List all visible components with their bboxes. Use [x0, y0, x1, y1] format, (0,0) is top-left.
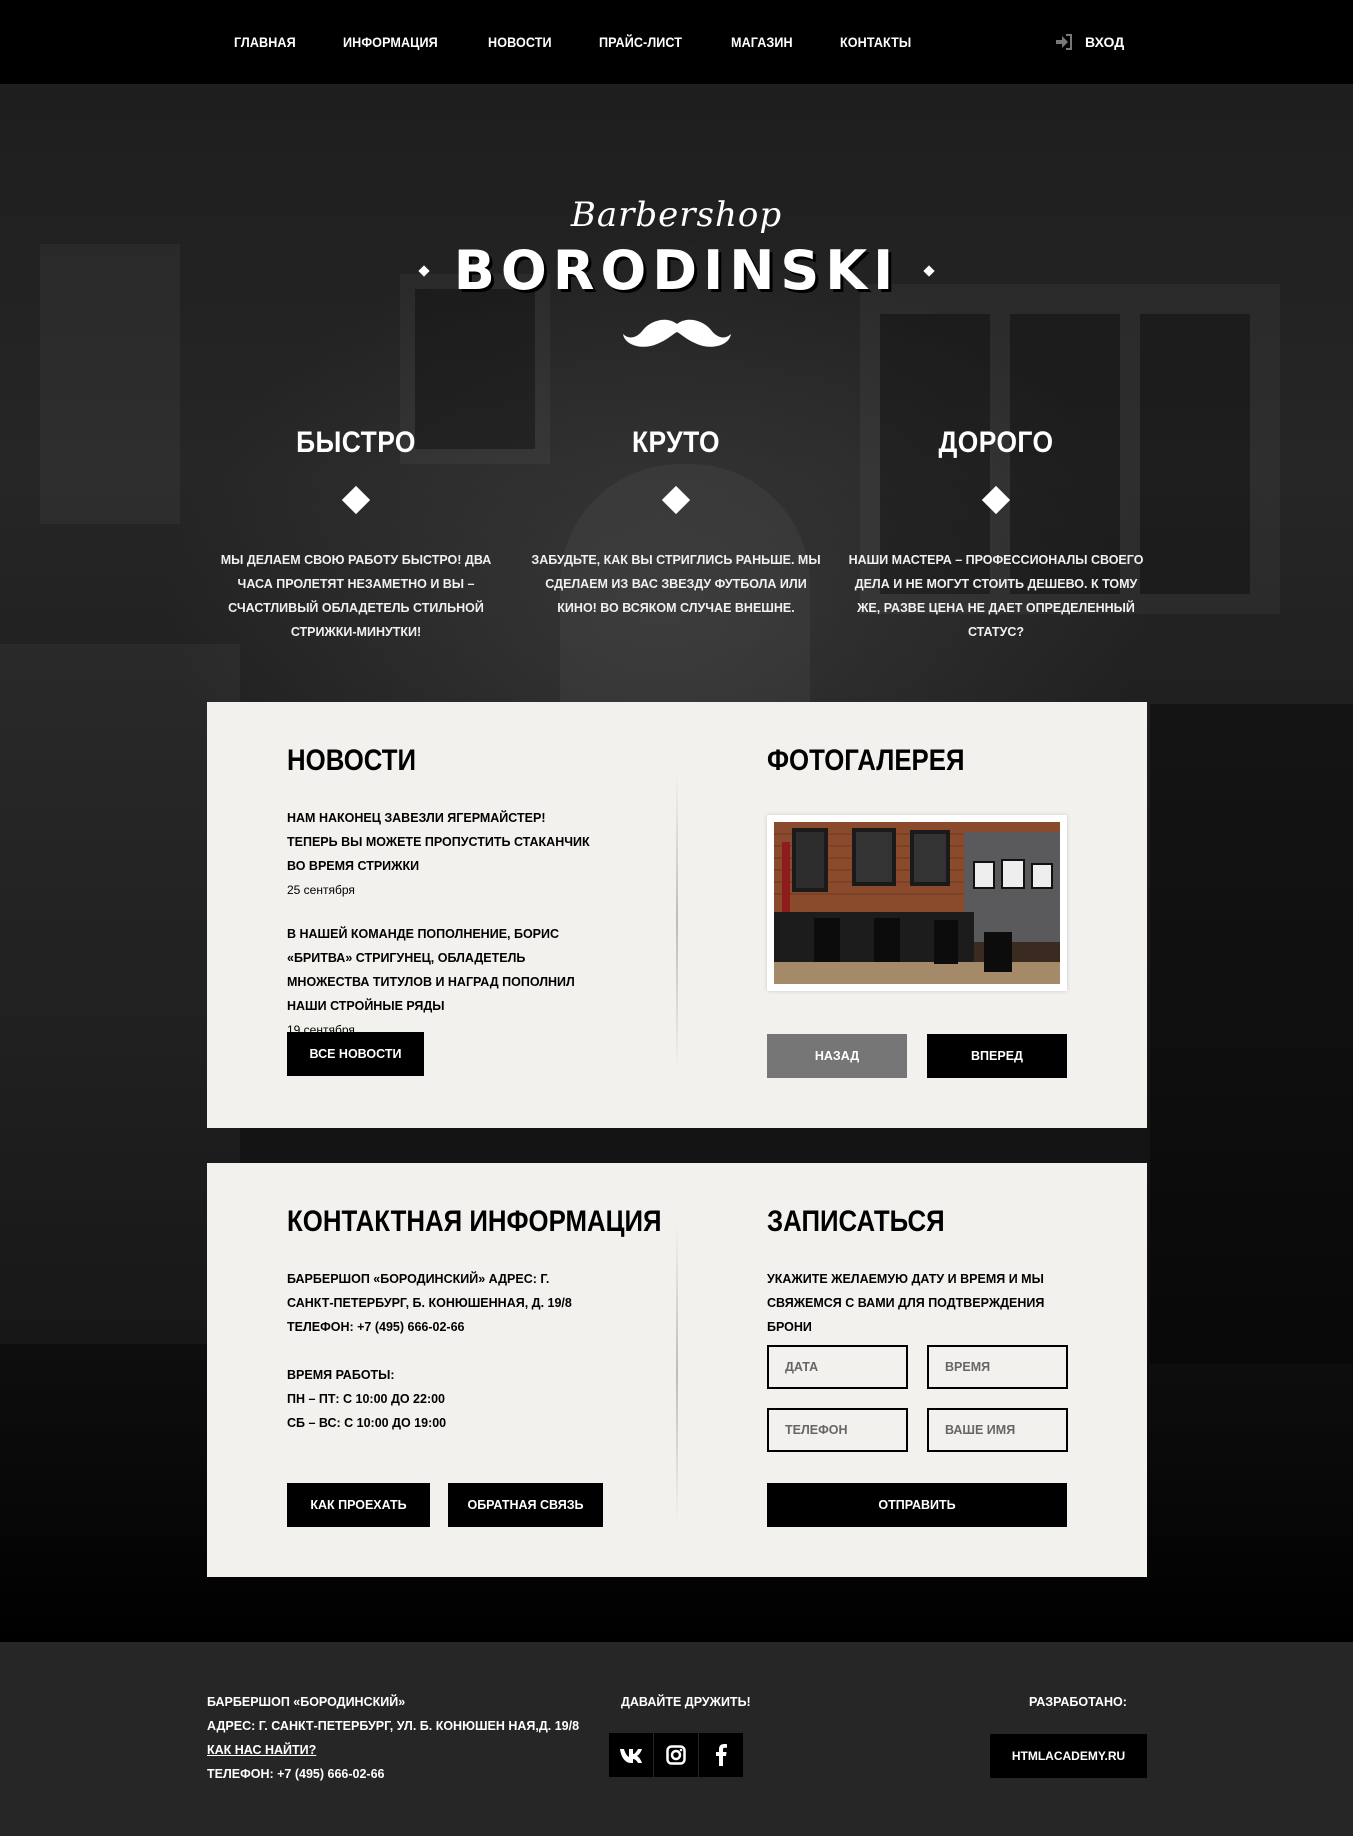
footer-name: БАРБЕРШОП «БОРОДИНСКИЙ»: [207, 1695, 406, 1709]
main-nav: ГЛАВНАЯ ИНФОРМАЦИЯ НОВОСТИ ПРАЙС-ЛИСТ МА…: [234, 0, 959, 84]
feature-title: ДОРОГО: [938, 426, 1054, 459]
logo-main: BORODINSKI: [394, 239, 960, 302]
hours-title: ВРЕМЯ РАБОТЫ:: [287, 1368, 395, 1382]
date-field[interactable]: ДАТА: [767, 1345, 908, 1389]
gallery-prev-button[interactable]: НАЗАД: [767, 1034, 907, 1078]
booking-text: УКАЖИТЕ ЖЕЛАЕМУЮ ДАТУ И ВРЕМЯ И МЫ СВЯЖЕ…: [767, 1272, 1045, 1334]
nav-item-price-list[interactable]: ПРАЙС-ЛИСТ: [599, 34, 682, 50]
footer-contacts: БАРБЕРШОП «БОРОДИНСКИЙ» АДРЕС: Г. САНКТ-…: [207, 1690, 579, 1786]
diamond-icon: [981, 485, 1011, 515]
barbershop-interior-image: [774, 822, 1060, 984]
gallery-next-button[interactable]: ВПЕРЕД: [927, 1034, 1067, 1078]
nav-item-home[interactable]: ГЛАВНАЯ: [234, 34, 296, 50]
feature-title: КРУТО: [632, 426, 720, 459]
feature-expensive: ДОРОГО НАШИ МАСТЕРА – ПРОФЕССИОНАЛЫ СВОЕ…: [846, 426, 1146, 644]
working-hours: ВРЕМЯ РАБОТЫ: ПН – ПТ: С 10:00 ДО 22:00 …: [287, 1363, 723, 1435]
news-item-title[interactable]: НАМ НАКОНЕЦ ЗАВЕЗЛИ ЯГЕРМАЙСТЕР! ТЕПЕРЬ …: [287, 806, 597, 878]
news-item-title[interactable]: В НАШЕЙ КОМАНДЕ ПОПОЛНЕНИЕ, БОРИС «БРИТВ…: [287, 922, 597, 1018]
route-button[interactable]: КАК ПРОЕХАТЬ: [287, 1483, 430, 1527]
developed-title: РАЗРАБОТАНО:: [1029, 1695, 1127, 1709]
brand-logo: Barbershop BORODINSKI: [0, 195, 1353, 350]
feature-cool: КРУТО ЗАБУДЬТЕ, КАК ВЫ СТРИГЛИСЬ РАНЬШЕ.…: [526, 426, 826, 620]
gallery-title: ФОТОГАЛЕРЕЯ: [767, 744, 965, 777]
hours-weekend: СБ – ВС: С 10:00 ДО 19:00: [287, 1416, 447, 1430]
diamond-icon: [341, 485, 371, 515]
contacts-section: КОНТАКТНАЯ ИНФОРМАЦИЯ БАРБЕРШОП «БОРОДИН…: [287, 1205, 723, 1435]
directions-link[interactable]: КАК НАС НАЙТИ?: [207, 1743, 316, 1757]
column-divider: [676, 772, 678, 1072]
logo-script: Barbershop: [570, 195, 783, 235]
gallery-section: ФОТОГАЛЕРЕЯ: [767, 744, 997, 778]
time-field[interactable]: ВРЕМЯ: [927, 1345, 1068, 1389]
feature-text: ЗАБУДЬТЕ, КАК ВЫ СТРИГЛИСЬ РАНЬШЕ. МЫ СД…: [531, 553, 821, 615]
hours-weekdays: ПН – ПТ: С 10:00 ДО 22:00: [287, 1392, 446, 1406]
feedback-button[interactable]: ОБРАТНАЯ СВЯЗЬ: [448, 1483, 603, 1527]
diamond-icon: [923, 264, 935, 277]
facebook-icon[interactable]: [699, 1733, 743, 1777]
booking-title: ЗАПИСАТЬСЯ: [767, 1205, 945, 1238]
contacts-phone: ТЕЛЕФОН: +7 (495) 666-02-66: [287, 1320, 465, 1334]
all-news-button[interactable]: ВСЕ НОВОСТИ: [287, 1032, 424, 1076]
mustache-icon: [622, 319, 731, 347]
sign-in-icon: [1056, 34, 1072, 50]
news-section: НОВОСТИ НАМ НАКОНЕЦ ЗАВЕЗЛИ ЯГЕРМАЙСТЕР!…: [287, 744, 597, 1040]
social-title: ДАВАЙТЕ ДРУЖИТЬ!: [621, 1695, 751, 1709]
contacts-booking-panel: КОНТАКТНАЯ ИНФОРМАЦИЯ БАРБЕРШОП «БОРОДИН…: [207, 1163, 1147, 1577]
address-line: САНКТ-ПЕТЕРБУРГ, Б. КОНЮШЕННАЯ, Д. 19/8: [287, 1296, 572, 1310]
submit-button[interactable]: ОТПРАВИТЬ: [767, 1483, 1067, 1527]
gallery-photo-frame: [767, 815, 1067, 991]
phone-field[interactable]: ТЕЛЕФОН: [767, 1408, 908, 1452]
news-item-date: 25 сентября: [287, 883, 355, 897]
vk-icon[interactable]: [609, 1733, 653, 1777]
feature-title: БЫСТРО: [296, 426, 416, 459]
feature-text: МЫ ДЕЛАЕМ СВОЮ РАБОТУ БЫСТРО! ДВА ЧАСА П…: [220, 553, 492, 639]
address-line: БАРБЕРШОП «БОРОДИНСКИЙ» АДРЕС: Г.: [287, 1272, 550, 1286]
news-title: НОВОСТИ: [287, 744, 417, 777]
contacts-address: БАРБЕРШОП «БОРОДИНСКИЙ» АДРЕС: Г. САНКТ-…: [287, 1267, 723, 1339]
diamond-icon: [661, 485, 691, 515]
nav-item-contacts[interactable]: КОНТАКТЫ: [840, 34, 911, 50]
nav-item-news[interactable]: НОВОСТИ: [488, 34, 552, 50]
feature-fast: БЫСТРО МЫ ДЕЛАЕМ СВОЮ РАБОТУ БЫСТРО! ДВА…: [206, 426, 506, 644]
booking-section: ЗАПИСАТЬСЯ УКАЖИТЕ ЖЕЛАЕМУЮ ДАТУ И ВРЕМЯ…: [767, 1205, 1077, 1339]
login-link[interactable]: ВХОД: [1055, 0, 1124, 84]
news-gallery-panel: НОВОСТИ НАМ НАКОНЕЦ ЗАВЕЗЛИ ЯГЕРМАЙСТЕР!…: [207, 702, 1147, 1128]
logo-main-text: BORODINSKI: [453, 239, 900, 302]
nav-item-shop[interactable]: МАГАЗИН: [731, 34, 793, 50]
name-field[interactable]: ВАШЕ ИМЯ: [927, 1408, 1068, 1452]
diamond-icon: [418, 264, 430, 277]
footer-phone: ТЕЛЕФОН: +7 (495) 666-02-66: [207, 1767, 385, 1781]
top-navigation: ГЛАВНАЯ ИНФОРМАЦИЯ НОВОСТИ ПРАЙС-ЛИСТ МА…: [0, 0, 1353, 84]
gallery-photo: [774, 822, 1060, 984]
contacts-title: КОНТАКТНАЯ ИНФОРМАЦИЯ: [287, 1205, 662, 1238]
instagram-icon[interactable]: [654, 1733, 698, 1777]
news-item: В НАШЕЙ КОМАНДЕ ПОПОЛНЕНИЕ, БОРИС «БРИТВ…: [287, 922, 597, 1040]
footer-address: АДРЕС: Г. САНКТ-ПЕТЕРБУРГ, УЛ. Б. КОНЮШЕ…: [207, 1719, 580, 1733]
news-item: НАМ НАКОНЕЦ ЗАВЕЗЛИ ЯГЕРМАЙСТЕР! ТЕПЕРЬ …: [287, 806, 597, 900]
feature-text: НАШИ МАСТЕРА – ПРОФЕССИОНАЛЫ СВОЕГО ДЕЛА…: [848, 553, 1144, 639]
htmlacademy-button[interactable]: HTMLACADEMY.RU: [990, 1734, 1147, 1778]
nav-item-info[interactable]: ИНФОРМАЦИЯ: [343, 34, 438, 50]
login-label: ВХОД: [1085, 34, 1125, 50]
